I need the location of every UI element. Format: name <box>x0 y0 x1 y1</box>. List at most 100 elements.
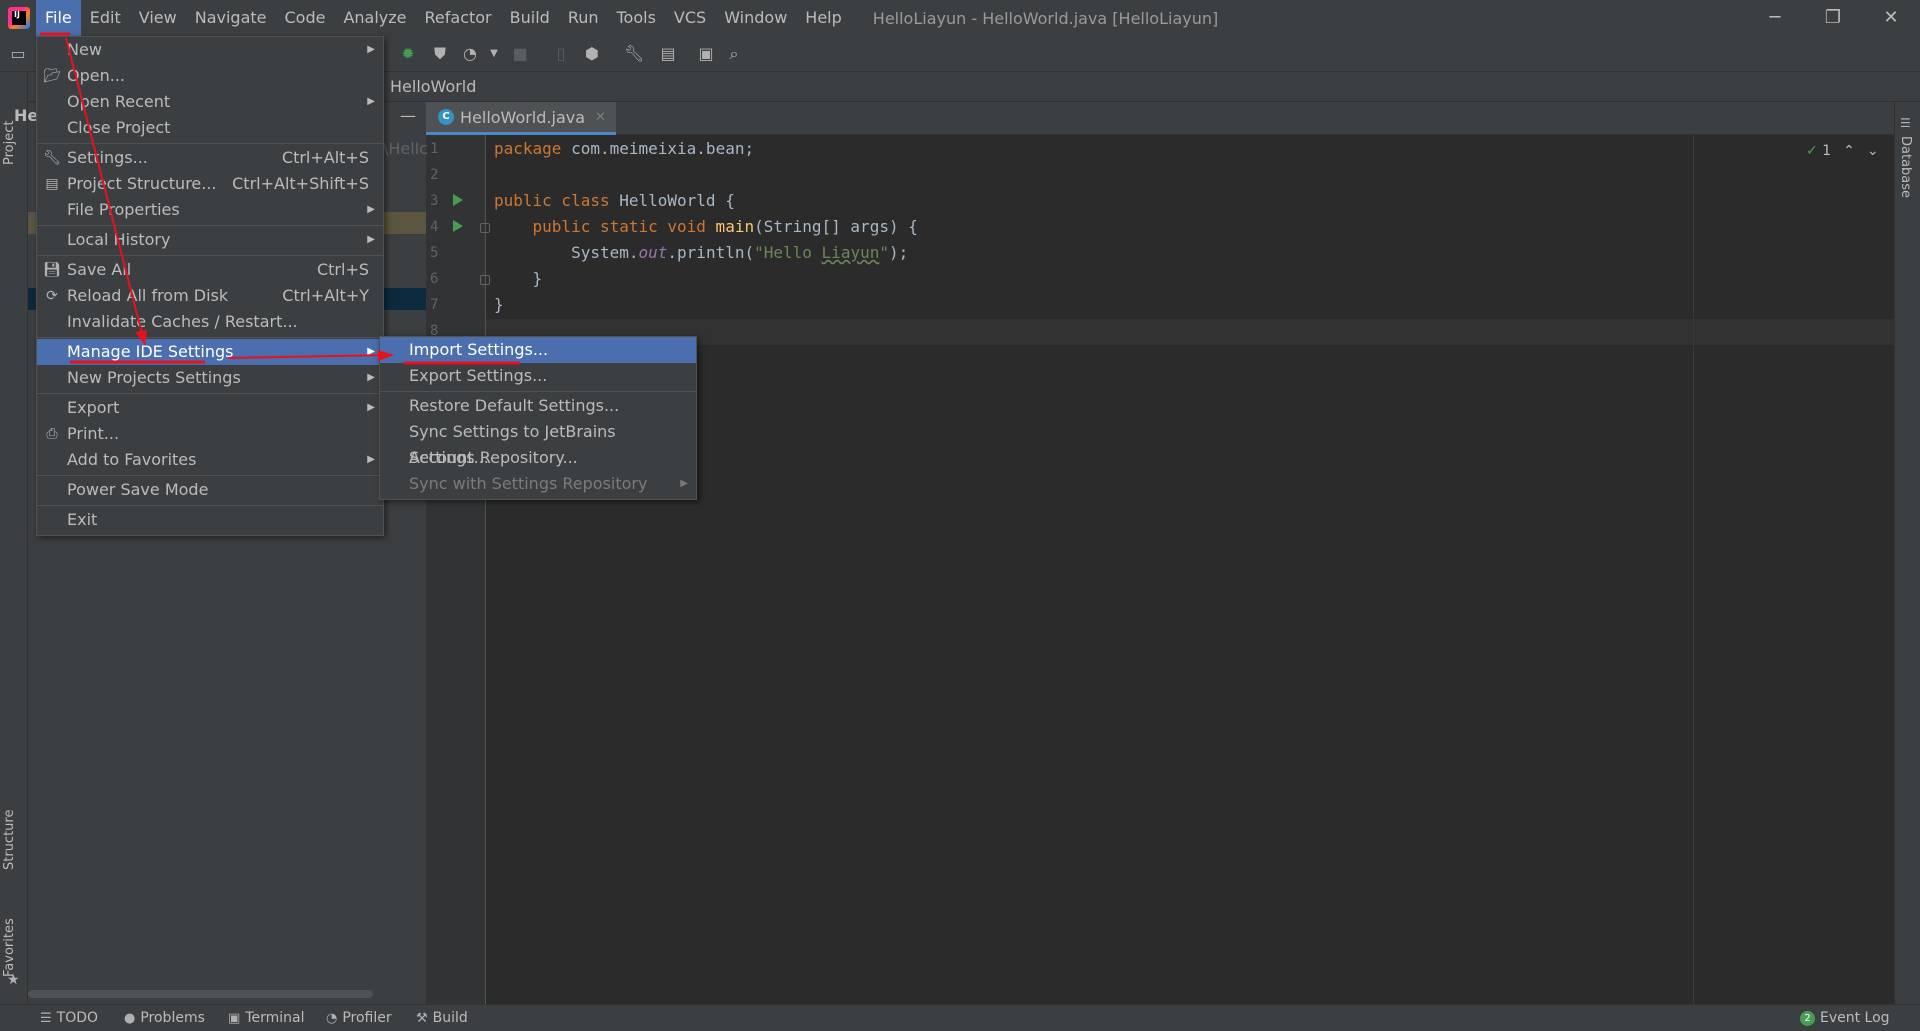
search-icon[interactable]: ⌕ <box>724 44 744 64</box>
menu-refactor[interactable]: Refactor <box>416 0 501 36</box>
profile-icon[interactable]: ◔ <box>460 44 480 64</box>
menu-item-settings[interactable]: 🔧︎ Settings... Ctrl+Alt+S <box>37 145 383 171</box>
folder-icon: 📂︎ <box>43 68 61 84</box>
run-class-icon[interactable] <box>453 194 463 206</box>
debug-icon[interactable]: ✹ <box>398 44 418 64</box>
inspection-indicator[interactable]: ✓ 1 <box>1806 143 1831 159</box>
menu-item-import-settings[interactable]: Import Settings... <box>380 337 696 363</box>
run-main-icon[interactable] <box>453 220 463 232</box>
submenu-arrow-icon: ▶ <box>367 346 375 357</box>
attach-debugger-icon[interactable]: ▯ <box>551 44 571 64</box>
event-log-button[interactable]: 2 Event Log <box>1800 1010 1890 1026</box>
menu-navigate[interactable]: Navigate <box>186 0 276 36</box>
code-line-3: public class HelloWorld { <box>494 191 735 210</box>
menu-view[interactable]: View <box>130 0 186 36</box>
minimize-panel-icon[interactable]: — <box>400 106 416 125</box>
run-anything-icon[interactable]: ▣ <box>696 44 716 64</box>
close-window-button[interactable]: ✕ <box>1862 0 1920 36</box>
menu-item-exit[interactable]: Exit <box>37 507 383 533</box>
run-with-coverage-icon[interactable]: ⛊ <box>430 44 450 64</box>
submenu-arrow-icon: ▶ <box>367 96 375 107</box>
build-tool-button[interactable]: ⚒ Build <box>416 1010 468 1026</box>
menu-item-manage-ide-settings[interactable]: Manage IDE Settings ▶ <box>37 339 383 365</box>
refresh-icon: ⟳ <box>46 288 58 304</box>
menu-item-export-settings[interactable]: Export Settings... <box>380 363 696 389</box>
submenu-arrow-icon: ▶ <box>680 478 688 489</box>
menu-run[interactable]: Run <box>559 0 608 36</box>
wrench-icon[interactable]: 🔧︎ <box>624 44 644 64</box>
editor-tab-bar: — C HelloWorld.java ✕ <box>400 102 1894 135</box>
open-folder-icon[interactable]: ▭ <box>8 44 28 64</box>
menu-separator <box>37 337 383 338</box>
menu-item-open[interactable]: 📂︎ Open... <box>37 63 383 89</box>
horizontal-scrollbar[interactable] <box>28 990 373 998</box>
menu-item-invalidate-caches[interactable]: Invalidate Caches / Restart... <box>37 309 383 335</box>
stop-icon[interactable]: ■ <box>510 44 530 64</box>
chevron-down-icon[interactable]: ⌄ <box>1867 143 1879 159</box>
event-count-badge: 2 <box>1800 1010 1815 1026</box>
menu-build[interactable]: Build <box>501 0 559 36</box>
editor-gutter: \Hellc 1 2 3 4 5 6 7 8 <box>383 135 490 1004</box>
close-icon[interactable]: ✕ <box>595 110 606 125</box>
profiler-tool-button[interactable]: ◔ Profiler <box>326 1010 392 1026</box>
file-menu-dropdown: New ▶ 📂︎ Open... Open Recent ▶ Close Projec… <box>36 36 384 536</box>
project-structure-icon[interactable]: ▤ <box>658 44 678 64</box>
tab-helloworld-java[interactable]: C HelloWorld.java ✕ <box>426 102 616 135</box>
menu-item-print[interactable]: ⎙ Print... <box>37 421 383 447</box>
code-editor[interactable]: \Hellc 1 2 3 4 5 6 7 8 package com.meime… <box>383 135 1894 1004</box>
menu-code[interactable]: Code <box>276 0 335 36</box>
build-artifacts-icon[interactable]: ⬢ <box>582 44 602 64</box>
menu-separator <box>37 255 383 256</box>
menu-item-save-all[interactable]: 💾︎ Save All Ctrl+S <box>37 257 383 283</box>
current-line-highlight <box>486 319 1894 345</box>
terminal-tool-button[interactable]: ▣ Terminal <box>228 1010 304 1026</box>
project-structure-icon: ▤ <box>45 176 59 192</box>
java-class-icon: C <box>438 109 454 125</box>
breadcrumb[interactable]: HelloWorld <box>390 77 476 96</box>
menu-help[interactable]: Help <box>796 0 850 36</box>
menu-item-new[interactable]: New ▶ <box>37 37 383 63</box>
submenu-arrow-icon: ▶ <box>367 44 375 55</box>
fold-icon[interactable] <box>480 275 490 285</box>
left-tool-strip: Project Structure Favorites ★ <box>0 72 28 1004</box>
line-number: 2 <box>430 167 439 183</box>
minimize-button[interactable]: ─ <box>1746 0 1804 36</box>
intellij-logo-icon[interactable]: IJ <box>8 7 30 29</box>
manage-ide-settings-submenu: Import Settings... Export Settings... Re… <box>379 336 697 500</box>
inspection-widget[interactable]: ✓ 1 ⌃ ⌄ <box>1806 143 1879 159</box>
menu-item-file-properties[interactable]: File Properties ▶ <box>37 197 383 223</box>
chevron-down-icon[interactable]: ▼ <box>484 44 504 64</box>
submenu-arrow-icon: ▶ <box>367 204 375 215</box>
menu-item-add-to-favorites[interactable]: Add to Favorites ▶ <box>37 447 383 473</box>
menu-item-power-save-mode[interactable]: Power Save Mode <box>37 477 383 503</box>
menu-separator <box>37 505 383 506</box>
menu-item-project-structure[interactable]: ▤ Project Structure... Ctrl+Alt+Shift+S <box>37 171 383 197</box>
menu-window[interactable]: Window <box>715 0 796 36</box>
submenu-arrow-icon: ▶ <box>367 372 375 383</box>
menu-item-sync-settings-jetbrains[interactable]: Sync Settings to JetBrains Account... <box>380 419 696 467</box>
chevron-up-icon[interactable]: ⌃ <box>1843 143 1855 159</box>
menu-item-reload-all[interactable]: ⟳ Reload All from Disk Ctrl+Alt+Y <box>37 283 383 309</box>
menu-item-local-history[interactable]: Local History ▶ <box>37 227 383 253</box>
restore-button[interactable]: ❐ <box>1804 0 1862 36</box>
line-number: 1 <box>430 141 439 157</box>
menu-vcs[interactable]: VCS <box>665 0 715 36</box>
menu-edit[interactable]: Edit <box>81 0 130 36</box>
tab-structure[interactable]: Structure <box>2 800 26 880</box>
menu-item-close-project[interactable]: Close Project <box>37 115 383 141</box>
problems-tool-button[interactable]: ● Problems <box>124 1010 205 1026</box>
fold-icon[interactable] <box>480 223 490 233</box>
menu-item-export[interactable]: Export ▶ <box>37 395 383 421</box>
menu-item-open-recent[interactable]: Open Recent ▶ <box>37 89 383 115</box>
menu-item-settings-repository[interactable]: Settings Repository... <box>380 445 696 471</box>
menu-file[interactable]: File <box>36 0 81 36</box>
menu-item-new-projects-settings[interactable]: New Projects Settings ▶ <box>37 365 383 391</box>
terminal-icon: ▣ <box>228 1010 241 1026</box>
menu-analyze[interactable]: Analyze <box>334 0 415 36</box>
todo-tool-button[interactable]: ☰ TODO <box>40 1010 98 1026</box>
submenu-arrow-icon: ▶ <box>367 402 375 413</box>
tab-database[interactable]: Database <box>1898 136 1913 198</box>
menu-item-restore-default-settings[interactable]: Restore Default Settings... <box>380 393 696 419</box>
menu-tools[interactable]: Tools <box>608 0 665 36</box>
code-line-1: package com.meimeixia.bean; <box>494 139 755 158</box>
